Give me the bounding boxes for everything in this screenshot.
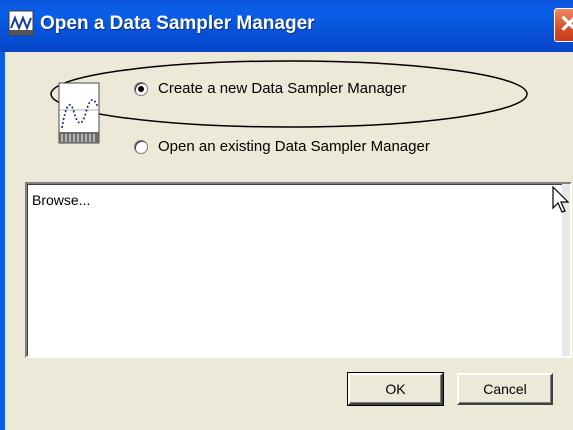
close-button[interactable]: ✕: [554, 8, 573, 42]
browse-item[interactable]: Browse...: [32, 192, 90, 208]
mouse-pointer-icon: [552, 186, 570, 213]
title-bar[interactable]: Open a Data Sampler Manager ✕: [0, 0, 573, 52]
data-sampler-waveform-icon: [58, 82, 100, 144]
window-frame-left: [0, 52, 5, 430]
ok-button[interactable]: OK: [347, 372, 444, 406]
open-existing-label[interactable]: Open an existing Data Sampler Manager: [158, 138, 430, 155]
cancel-button[interactable]: Cancel: [457, 373, 553, 405]
create-new-label[interactable]: Create a new Data Sampler Manager: [158, 80, 406, 97]
close-icon: ✕: [559, 11, 573, 38]
open-existing-radio[interactable]: [134, 139, 148, 154]
dialog-window: Open a Data Sampler Manager ✕ Create a n…: [0, 0, 573, 430]
create-new-option[interactable]: Create a new Data Sampler Manager: [134, 80, 406, 97]
open-existing-option[interactable]: Open an existing Data Sampler Manager: [134, 138, 430, 155]
create-new-radio[interactable]: [134, 81, 148, 96]
data-sampler-app-icon: [8, 10, 34, 36]
window-title: Open a Data Sampler Manager: [40, 13, 315, 34]
browse-list[interactable]: Browse...: [25, 182, 572, 358]
